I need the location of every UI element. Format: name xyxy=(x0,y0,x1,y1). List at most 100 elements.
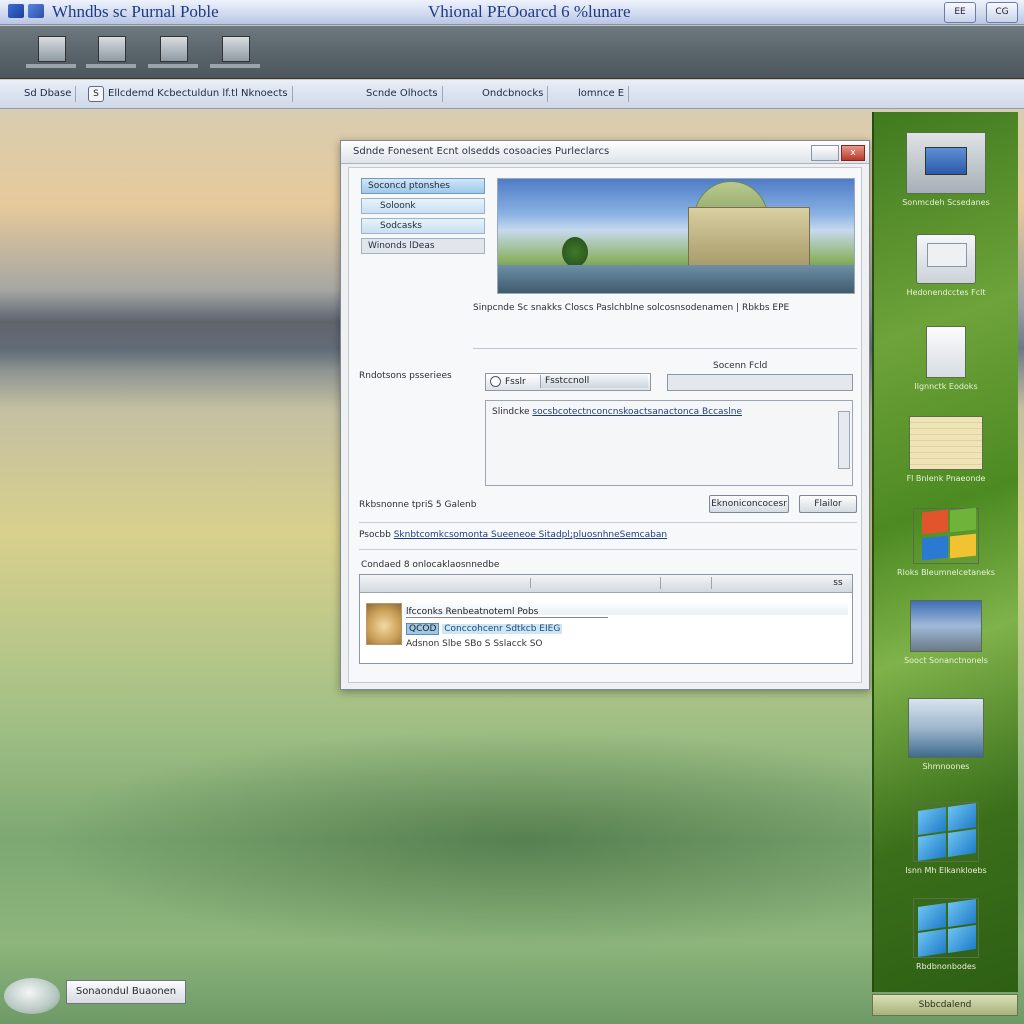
monitor-icon xyxy=(160,36,188,62)
sidebar-item-photo[interactable]: Sooct Sonanctnonels xyxy=(884,600,1008,665)
screenshot-icon xyxy=(908,698,984,758)
nav-item-3[interactable]: Scnde Olhocts xyxy=(362,86,443,102)
sidebar-item-windows-2[interactable]: Isnn Mh Elkankloebs xyxy=(884,802,1008,875)
nav-item-5[interactable]: lomnce E xyxy=(574,86,630,102)
position-selector[interactable]: Fsslr Fsstccnoll xyxy=(485,373,651,391)
option-label: Rkbsnonne tpriS 5 Galenb xyxy=(359,500,477,510)
sidenav-item-4[interactable]: Winonds lDeas xyxy=(361,238,485,254)
column-header-2[interactable] xyxy=(660,577,712,589)
sidebar-item-screenshot[interactable]: Shmnoones xyxy=(884,698,1008,771)
nav-item-4[interactable]: Ondcbnocks xyxy=(478,86,549,102)
title-bar: Whndbs sc Purnal Poble Vhional PEOoarcd … xyxy=(0,0,1024,25)
list-item-selected[interactable]: QCOD Conccohcenr Sdtkcb EIEG xyxy=(406,623,563,635)
windows-logo-icon xyxy=(913,507,979,564)
windows-flag-icon xyxy=(913,898,979,958)
window-subtitle: Vhional PEOoarcd 6 %lunare xyxy=(428,2,631,21)
sidebar-item-notes[interactable]: Fl Bnlenk Pnaeonde xyxy=(884,416,1008,483)
sidebar-item-laptop[interactable]: Hedonendcctes Fclt xyxy=(884,234,1008,297)
printer-icon xyxy=(98,36,126,62)
close-button[interactable]: CG xyxy=(986,2,1018,23)
divider xyxy=(359,549,857,550)
document-icon xyxy=(926,326,966,378)
disk-icon xyxy=(222,36,250,62)
sidenav-item-3[interactable]: Sodcasks xyxy=(361,218,485,234)
sidebar-item-display[interactable]: Sonmcdeh Scsedanes xyxy=(884,132,1008,207)
dialog-body: Soconcd ptonshes Soloonk Sodcasks Winond… xyxy=(348,167,862,683)
water-shape xyxy=(498,265,854,293)
toolbar-tool-4[interactable] xyxy=(210,34,260,68)
divider xyxy=(473,348,857,349)
display-icon xyxy=(906,132,986,194)
toolbar xyxy=(0,26,1024,79)
link-text[interactable]: Sknbtcomkcsomonta Sueeneoe Sitadpl;pluos… xyxy=(394,530,667,540)
tool-label xyxy=(148,64,198,68)
file-list[interactable]: ss lfcconks Renbeatnoteml Pobs QCOD Conc… xyxy=(359,574,853,664)
toolbar-tool-3[interactable] xyxy=(148,34,198,68)
list-item-details: Adsnon Slbe SBo S Sslacck SO xyxy=(406,639,543,649)
size-label: Socenn Fcld xyxy=(713,361,768,371)
minimize-button[interactable]: EE xyxy=(944,2,976,23)
group-label: Condaed 8 onlocaklaosnnedbe xyxy=(361,560,500,570)
description-link[interactable]: socsbcotectnconcnskoactsanactonca Bccasl… xyxy=(532,407,742,417)
dialog-close-button[interactable]: x xyxy=(841,145,865,161)
sidebar-item-windows[interactable]: Rloks Bleumnelcetaneks xyxy=(884,507,1008,577)
taskbar-button[interactable]: Sonaondul Buaonen xyxy=(66,980,186,1004)
column-header-3[interactable]: ss xyxy=(828,577,848,589)
secondary-button[interactable]: Flailor xyxy=(799,495,857,513)
radio-icon xyxy=(490,376,501,387)
app-secondary-icon xyxy=(28,4,44,18)
link-prefix: Psocbb xyxy=(359,530,391,540)
start-orb-icon[interactable] xyxy=(4,978,60,1014)
description-prefix: Slindcke xyxy=(492,407,530,417)
column-header-1[interactable] xyxy=(390,578,531,588)
window-icon xyxy=(38,36,66,62)
app-icon xyxy=(8,4,24,18)
sidebar-item-label: Isnn Mh Elkankloebs xyxy=(905,866,987,875)
combo-right-segment[interactable]: Fsstccnoll xyxy=(540,375,648,388)
tool-label xyxy=(210,64,260,68)
list-header: ss xyxy=(360,575,852,593)
properties-dialog: Sdnde Fonesent Ecnt olsedds cosoacies Pu… xyxy=(340,140,870,690)
building-shape xyxy=(688,207,810,267)
tool-label xyxy=(86,64,136,68)
dialog-title: Sdnde Fonesent Ecnt olsedds cosoacies Pu… xyxy=(353,146,610,157)
file-thumbnail xyxy=(366,603,402,645)
toolbar-tool-2[interactable] xyxy=(86,34,136,68)
nav-item-1[interactable]: Sd Dbase xyxy=(20,86,77,102)
sidebar-item-label: Rbdbnonbodes xyxy=(916,962,976,971)
dialog-minimize-button[interactable] xyxy=(811,145,839,161)
sidebar-item-label: Shmnoones xyxy=(922,762,970,771)
wallpaper-preview-image xyxy=(497,178,855,294)
dialog-title-bar: Sdnde Fonesent Ecnt olsedds cosoacies Pu… xyxy=(341,141,869,164)
toolbar-tool-1[interactable] xyxy=(26,34,76,68)
address-bar: Sd Dbase S Ellcdemd Kcbectuldun lf.tl Nk… xyxy=(0,80,1024,109)
list-item-name: Conccohcenr Sdtkcb EIEG xyxy=(442,624,563,634)
photo-icon xyxy=(910,600,982,652)
dialog-sidenav: Soconcd ptonshes Soloonk Sodcasks Winond… xyxy=(361,178,485,258)
sidebar-footer-button[interactable]: Sbbcdalend xyxy=(872,994,1018,1016)
combo-left-label: Fsslr xyxy=(505,377,526,387)
sidebar-item-windows-3[interactable]: Rbdbnonbodes xyxy=(884,898,1008,971)
sidenav-item-1[interactable]: Soconcd ptonshes xyxy=(361,178,485,194)
sidenav-item-2[interactable]: Soloonk xyxy=(361,198,485,214)
right-sidebar: Sonmcdeh Scsedanes Hedonendcctes Fclt Il… xyxy=(872,112,1018,992)
sidebar-item-label: Hedonendcctes Fclt xyxy=(906,288,986,297)
notepad-icon xyxy=(909,416,983,470)
description-area[interactable]: Slindcke socsbcotectnconcnskoactsanacton… xyxy=(485,400,853,486)
tree-shape xyxy=(562,237,588,267)
nav-icon[interactable]: S xyxy=(88,86,104,102)
list-item-title[interactable]: lfcconks Renbeatnoteml Pobs xyxy=(406,607,609,618)
sidebar-item-label: Sonmcdeh Scsedanes xyxy=(902,198,990,207)
sidebar-item-label: Fl Bnlenk Pnaeonde xyxy=(906,474,986,483)
sidebar-item-label: Sooct Sonanctnonels xyxy=(904,656,988,665)
size-field[interactable] xyxy=(667,374,853,391)
tool-label xyxy=(26,64,76,68)
apply-button[interactable]: Eknoniconcocesr xyxy=(709,495,789,513)
windows-flag-icon xyxy=(913,802,979,862)
sidebar-item-document[interactable]: Ilgnnctk Eodoks xyxy=(884,326,1008,391)
preview-caption: Sinpcnde Sc snakks Closcs Paslchblne sol… xyxy=(473,303,790,313)
window-title: Whndbs sc Purnal Poble xyxy=(52,2,219,21)
description-scrollbar[interactable] xyxy=(838,411,850,469)
nav-item-2[interactable]: Ellcdemd Kcbectuldun lf.tl Nknoects xyxy=(104,86,293,102)
description-line: Slindcke socsbcotectnconcnskoactsanacton… xyxy=(492,407,742,417)
